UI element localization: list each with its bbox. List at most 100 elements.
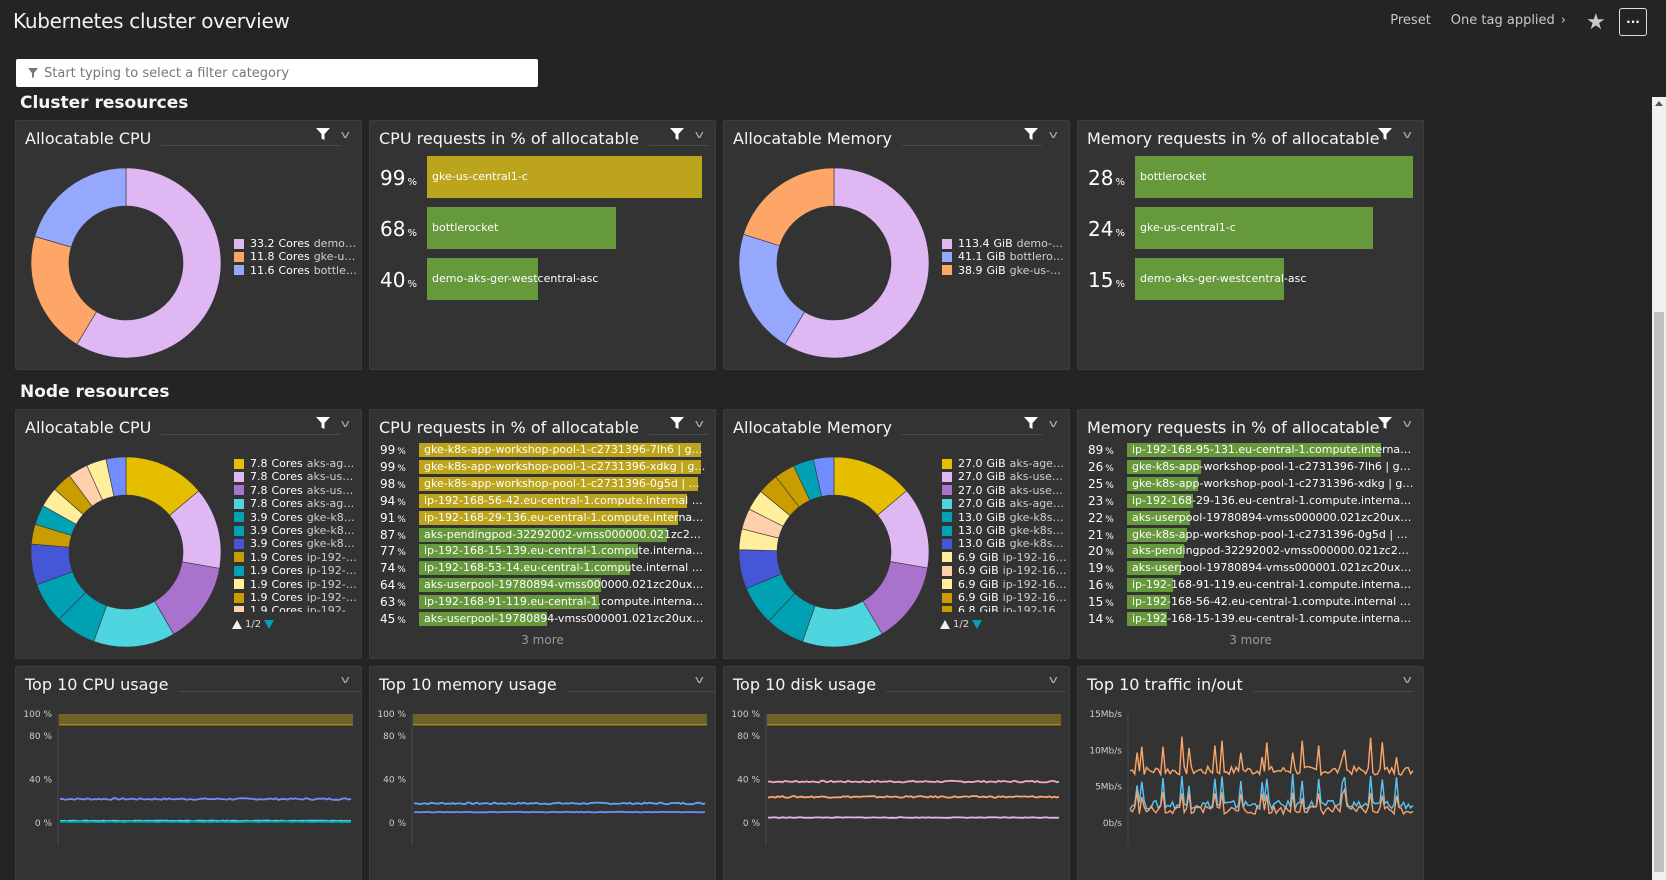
filter-icon[interactable] bbox=[1378, 127, 1393, 141]
series-line[interactable] bbox=[413, 801, 706, 806]
bar-row[interactable]: 91% ip-192-168-29-136.eu-central-1.comput… bbox=[380, 510, 710, 525]
donut-slice[interactable] bbox=[738, 233, 805, 345]
chevron-down-icon[interactable]: v bbox=[1403, 673, 1412, 686]
show-more-link[interactable]: 3 more bbox=[1078, 633, 1423, 647]
chevron-down-icon[interactable]: v bbox=[341, 673, 350, 686]
tile-top10-traffic[interactable]: Top 10 traffic in/out v 15Mb/s 10Mb/s 5Mb/… bbox=[1077, 666, 1424, 880]
bar-row[interactable]: 23% ip-192-168-29-136.eu-central-1.comput… bbox=[1088, 493, 1418, 508]
chevron-down-icon[interactable]: v bbox=[1049, 417, 1058, 430]
bar-row[interactable]: 14% ip-192-168-15-139.eu-central-1.comput… bbox=[1088, 612, 1418, 626]
legend-item[interactable]: 27.0GiBaks-agentpo... bbox=[942, 457, 1067, 470]
legend-item[interactable]: 27.0GiBaks-userpoo... bbox=[942, 470, 1067, 483]
series-line[interactable] bbox=[59, 797, 352, 801]
page-up-icon[interactable] bbox=[232, 620, 242, 629]
bar-row[interactable]: 89% ip-192-168-95-131.eu-central-1.comput… bbox=[1088, 443, 1418, 457]
scroll-up-arrow[interactable] bbox=[1655, 101, 1663, 106]
bar-row[interactable]: 94% ip-192-168-56-42.eu-central-1.compute… bbox=[380, 493, 710, 508]
filter-input[interactable] bbox=[44, 65, 524, 81]
legend-item[interactable]: 33.2Coresdemo-aks... bbox=[234, 237, 359, 250]
legend-item[interactable]: 7.8Coresaks-agentp... bbox=[234, 457, 359, 470]
legend-item[interactable]: 6.9GiBip-192-168-15... bbox=[942, 591, 1067, 604]
tile-top10-disk[interactable]: Top 10 disk usage v 100 % 80 % 40 % 0 % bbox=[723, 666, 1070, 880]
filter-icon[interactable] bbox=[1024, 416, 1039, 430]
series-line[interactable] bbox=[767, 794, 1060, 799]
legend-item[interactable]: 13.0GiBgke-k8s-app... bbox=[942, 524, 1067, 537]
bar-row[interactable]: 16% ip-192-168-91-119.eu-central-1.comput… bbox=[1088, 578, 1418, 593]
bar-row[interactable]: 20% aks-pendingpod-32292002-vmss000000.02… bbox=[1088, 544, 1418, 559]
bar-row[interactable]: 15% ip-192-168-56-42.eu-central-1.compute… bbox=[1088, 595, 1418, 610]
tile-node-memory-requests[interactable]: Memory requests in % of allocatable v 89… bbox=[1077, 409, 1424, 659]
filter-icon[interactable] bbox=[316, 127, 331, 141]
legend-item[interactable]: 1.9Coresip-192-168-... bbox=[234, 604, 359, 612]
bar-row[interactable]: 74% ip-192-168-53-14.eu-central-1.compute… bbox=[380, 561, 710, 576]
filter-icon[interactable] bbox=[316, 416, 331, 430]
tile-node-allocatable-memory[interactable]: Allocatable Memory v 27.0GiBaks-agentpo.… bbox=[723, 409, 1070, 659]
tile-top10-memory[interactable]: Top 10 memory usage v 100 % 80 % 40 % 0 % bbox=[369, 666, 716, 880]
legend-item[interactable]: 1.9Coresip-192-168-... bbox=[234, 591, 359, 604]
legend-item[interactable]: 6.9GiBip-192-168-91... bbox=[942, 551, 1067, 564]
legend-item[interactable]: 6.9GiBip-192-168-53... bbox=[942, 578, 1067, 591]
page-down-icon[interactable] bbox=[264, 620, 275, 629]
page-up-icon[interactable] bbox=[940, 620, 950, 629]
filter-icon[interactable] bbox=[670, 416, 685, 430]
donut-slice[interactable] bbox=[30, 236, 97, 345]
legend-item[interactable]: 13.0GiBgke-k8s-app... bbox=[942, 511, 1067, 524]
legend-item[interactable]: 6.9GiBip-192-168-56... bbox=[942, 564, 1067, 577]
legend-item[interactable]: 11.6Coresbottlerocket bbox=[234, 264, 359, 277]
filter-icon[interactable] bbox=[670, 127, 685, 141]
legend-item[interactable]: 1.9Coresip-192-168-... bbox=[234, 564, 359, 577]
donut-slice[interactable] bbox=[34, 167, 127, 248]
donut-slice[interactable] bbox=[743, 167, 835, 247]
bar-row[interactable]: 99% gke-k8s-app-workshop-pool-1-c2731396-… bbox=[380, 459, 710, 474]
chevron-down-icon[interactable]: v bbox=[341, 417, 350, 430]
bar-row[interactable]: 26% gke-k8s-app-workshop-pool-1-c2731396-… bbox=[1088, 459, 1418, 474]
legend-item[interactable]: 41.1GiBbottlerocket bbox=[942, 250, 1067, 263]
tags-applied-button[interactable]: One tag applied › bbox=[1451, 13, 1566, 28]
series-line[interactable] bbox=[767, 779, 1060, 784]
bar-row[interactable]: 21% gke-k8s-app-workshop-pool-1-c2731396-… bbox=[1088, 527, 1418, 542]
legend-item[interactable]: 6.8GiBip-192-168-95... bbox=[942, 604, 1067, 612]
show-more-link[interactable]: 3 more bbox=[370, 633, 715, 647]
bar-row[interactable]: 45% aks-userpool-19780894-vmss000001.021z… bbox=[380, 612, 710, 626]
chevron-down-icon[interactable]: v bbox=[695, 673, 704, 686]
bar-row[interactable]: 22% aks-userpool-19780894-vmss000000.021z… bbox=[1088, 510, 1418, 525]
tile-cluster-memory-requests[interactable]: Memory requests in % of allocatable v 28… bbox=[1077, 120, 1424, 370]
page-scrollbar[interactable] bbox=[1652, 97, 1666, 880]
bar-row[interactable]: 98% gke-k8s-app-workshop-pool-1-c2731396-… bbox=[380, 476, 710, 491]
page-down-icon[interactable] bbox=[972, 620, 983, 629]
legend-item[interactable]: 27.0GiBaks-agentpo... bbox=[942, 497, 1067, 510]
chevron-down-icon[interactable]: v bbox=[341, 128, 350, 141]
filter-icon[interactable] bbox=[1378, 416, 1393, 430]
series-line[interactable] bbox=[59, 820, 352, 824]
chevron-down-icon[interactable]: v bbox=[1403, 128, 1412, 141]
series-line[interactable] bbox=[1129, 736, 1414, 778]
tile-cluster-allocatable-cpu[interactable]: Allocatable CPU v 33.2Coresdemo-aks...11… bbox=[15, 120, 362, 370]
preset-button[interactable]: Preset bbox=[1390, 13, 1431, 28]
scroll-thumb[interactable] bbox=[1654, 312, 1664, 872]
favorite-star-icon[interactable]: ★ bbox=[1586, 10, 1606, 35]
legend-item[interactable]: 11.8Coresgke-us-cen... bbox=[234, 250, 359, 263]
bar-row[interactable]: 25% gke-k8s-app-workshop-pool-1-c2731396-… bbox=[1088, 476, 1418, 491]
tile-cluster-cpu-requests[interactable]: CPU requests in % of allocatable v 99% gk… bbox=[369, 120, 716, 370]
bar-row[interactable]: 19% aks-userpool-19780894-vmss000001.021z… bbox=[1088, 561, 1418, 576]
tile-top10-cpu[interactable]: Top 10 CPU usage v 100 % 80 % 40 % 0 % bbox=[15, 666, 362, 880]
chevron-down-icon[interactable]: v bbox=[1049, 128, 1058, 141]
tile-node-allocatable-cpu[interactable]: Allocatable CPU v 7.8Coresaks-agentp...7… bbox=[15, 409, 362, 659]
series-line[interactable] bbox=[1129, 773, 1414, 811]
legend-item[interactable]: 13.0GiBgke-k8s-app... bbox=[942, 537, 1067, 550]
legend-item[interactable]: 3.9Coresgke-k8s-ap... bbox=[234, 537, 359, 550]
legend-item[interactable]: 7.8Coresaks-userpo... bbox=[234, 484, 359, 497]
filter-icon[interactable] bbox=[1024, 127, 1039, 141]
legend-item[interactable]: 3.9Coresgke-k8s-ap... bbox=[234, 524, 359, 537]
chevron-down-icon[interactable]: v bbox=[1049, 673, 1058, 686]
legend-item[interactable]: 113.4GiBdemo-aks-g... bbox=[942, 237, 1067, 250]
legend-item[interactable]: 38.9GiBgke-us-cent... bbox=[942, 264, 1067, 277]
series-line[interactable] bbox=[767, 816, 1060, 819]
bar-row[interactable]: 63% ip-192-168-91-119.eu-central-1.comput… bbox=[380, 595, 710, 610]
bar-row[interactable]: 99% gke-k8s-app-workshop-pool-1-c2731396-… bbox=[380, 443, 710, 457]
legend-item[interactable]: 3.9Coresgke-k8s-ap... bbox=[234, 511, 359, 524]
legend-item[interactable]: 27.0GiBaks-userpoo... bbox=[942, 484, 1067, 497]
legend-item[interactable]: 7.8Coresaks-userpo... bbox=[234, 470, 359, 483]
series-line[interactable] bbox=[413, 810, 706, 814]
bar-row[interactable]: 77% ip-192-168-15-139.eu-central-1.comput… bbox=[380, 544, 710, 559]
